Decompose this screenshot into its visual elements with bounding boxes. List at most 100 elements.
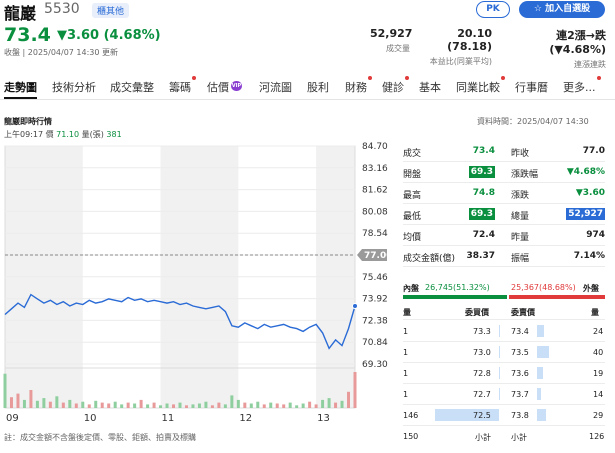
legend-price-label: 價: [45, 130, 54, 139]
y-tick-label-10: 69.30: [362, 360, 388, 370]
ask-price: 73.8: [511, 411, 529, 420]
streak-stat: 連2漲→跌 (▼4.68%) 連漲連跌: [502, 27, 606, 70]
add-watchlist-label: 加入自選股: [545, 4, 591, 14]
tab-12-dot-icon: [597, 76, 601, 80]
volume-bar-17: [113, 401, 117, 408]
bid-price: 72.7: [473, 390, 491, 399]
volume-bar-28: [184, 405, 188, 408]
volume-bar-41: [269, 402, 273, 408]
ask-volume-bar: [537, 388, 542, 400]
stock-code: 5530: [44, 1, 80, 17]
y-tick-label-4: 78.54: [362, 229, 388, 239]
intraday-chart[interactable]: 84.70 83.16 81.62 80.08 78.54 75.46 73.92 72.38…: [0, 140, 396, 430]
volume-bar-37: [243, 402, 247, 408]
tab-2[interactable]: 成交彙整: [110, 79, 154, 95]
ask-qty: 19: [593, 369, 604, 378]
tab-5[interactable]: 河流圖: [259, 79, 292, 95]
volume-bar-20: [133, 403, 137, 408]
bid-qty: 1: [403, 369, 409, 378]
volume-bar-30: [197, 403, 201, 408]
pe-value: 20.10 (78.18): [447, 27, 492, 53]
order-book-header-cell: 委買價: [465, 308, 489, 317]
tab-0[interactable]: 走勢圖: [4, 79, 37, 95]
tab-8[interactable]: 健診: [382, 79, 404, 95]
tab-11[interactable]: 行事曆: [515, 79, 548, 95]
active-tab-underline: [4, 97, 37, 99]
x-tick-label-1: 10: [84, 413, 97, 424]
vip-badge-icon: VIP: [231, 81, 242, 91]
volume-bar-40: [262, 404, 266, 408]
volume-bar-0: [3, 373, 7, 408]
volume-bar-26: [172, 404, 176, 408]
ask-price: 73.7: [511, 390, 529, 399]
pe-label: 本益比(同業平均): [429, 57, 492, 66]
tab-12[interactable]: 更多...: [563, 79, 596, 95]
tab-6[interactable]: 股利: [307, 79, 329, 95]
bid-qty: 146: [403, 411, 419, 420]
pk-button[interactable]: PK: [476, 1, 510, 18]
volume-bar-3: [22, 399, 26, 408]
quote-label: 均價: [403, 233, 422, 243]
quote-row: 均價 72.4 昨量 974: [403, 226, 605, 246]
ask-qty: 29: [593, 411, 604, 420]
stock-name: 龍巖: [4, 4, 37, 23]
volume-bar-54: [353, 372, 357, 408]
ask-price: 73.6: [511, 369, 529, 378]
x-tick-label-3: 12: [239, 413, 252, 424]
tab-4[interactable]: 估價: [207, 79, 229, 95]
volume-bar-46: [301, 403, 305, 408]
ask-price: 73.5: [511, 348, 529, 357]
volume-bar-36: [236, 399, 240, 408]
streak-value: 連2漲→跌 (▼4.68%): [549, 29, 606, 56]
volume-bar-34: [223, 404, 227, 408]
volume-bar-9: [61, 402, 65, 408]
quote-label: 漲跌: [511, 191, 530, 201]
quote-label: 開盤: [403, 170, 422, 180]
total-ask: 126: [589, 432, 605, 441]
order-book-row: 1 72.7 73.7 14: [403, 385, 605, 405]
tab-1[interactable]: 技術分析: [52, 79, 96, 95]
y-tick-label-7: 73.92: [362, 295, 388, 305]
volume-bar-43: [282, 404, 286, 408]
category-tag[interactable]: 櫃其他: [92, 3, 130, 18]
outer-value: 25,367(48.68%): [511, 283, 576, 292]
pe-stat: 20.10 (78.18) 本益比(同業平均): [418, 27, 492, 67]
inner-ratio-bar: [403, 295, 507, 299]
volume-bar-47: [308, 401, 312, 408]
tab-8-dot-icon: [405, 76, 409, 80]
volume-bar-29: [191, 404, 195, 408]
y-tick-label-9: 70.84: [362, 338, 388, 348]
order-book-row: 1 72.8 73.6 19: [403, 364, 605, 384]
tab-7-dot-icon: [368, 76, 372, 80]
quote-label: 成交: [403, 149, 422, 159]
volume-bar-51: [334, 402, 338, 408]
tab-10[interactable]: 同業比較: [456, 79, 500, 95]
volume-bar-35: [230, 395, 234, 408]
streak-label: 連漲連跌: [574, 60, 606, 69]
page: 龍巖 5530 櫃其他 73.4 ▼3.60 (4.68%) 收盤 | 2025…: [0, 0, 615, 453]
ask-volume-bar: [537, 409, 546, 421]
add-watchlist-button[interactable]: ☆ 加入自選股: [519, 1, 605, 18]
volume-bar-11: [74, 403, 78, 408]
ask-volume-bar: [537, 346, 549, 358]
volume-bar-10: [68, 399, 72, 408]
y-tick-label-3: 80.08: [362, 207, 388, 217]
reference-label: 77.00: [364, 251, 392, 261]
last-price: 73.4: [4, 24, 51, 46]
bid-price: 73.3: [473, 327, 491, 336]
last-price-dot: [352, 302, 358, 309]
volume-bar-12: [81, 401, 85, 408]
quote-value: 38.37: [466, 251, 495, 261]
order-book-row: 146 72.5 73.8 29: [403, 406, 605, 426]
quote-value: 52,927: [566, 208, 605, 220]
tab-7[interactable]: 財務: [345, 79, 367, 95]
quote-value: ▼3.60: [575, 188, 605, 198]
total-ask-label: 小計: [511, 433, 527, 442]
tab-3[interactable]: 籌碼: [169, 79, 191, 95]
tab-9[interactable]: 基本: [419, 79, 441, 95]
x-tick-label-4: 13: [317, 413, 330, 424]
tab-bar: 走勢圖 技術分析 成交彙整 籌碼 估價 VIP 河流圖 股利 財務 健診 基本 同業比較 行事曆 更多..…: [0, 72, 615, 100]
quote-label: 總量: [511, 212, 530, 222]
quote-row: 開盤 69.3 漲跌幅 ▼4.68%: [403, 163, 605, 183]
volume-bar-27: [178, 402, 182, 408]
